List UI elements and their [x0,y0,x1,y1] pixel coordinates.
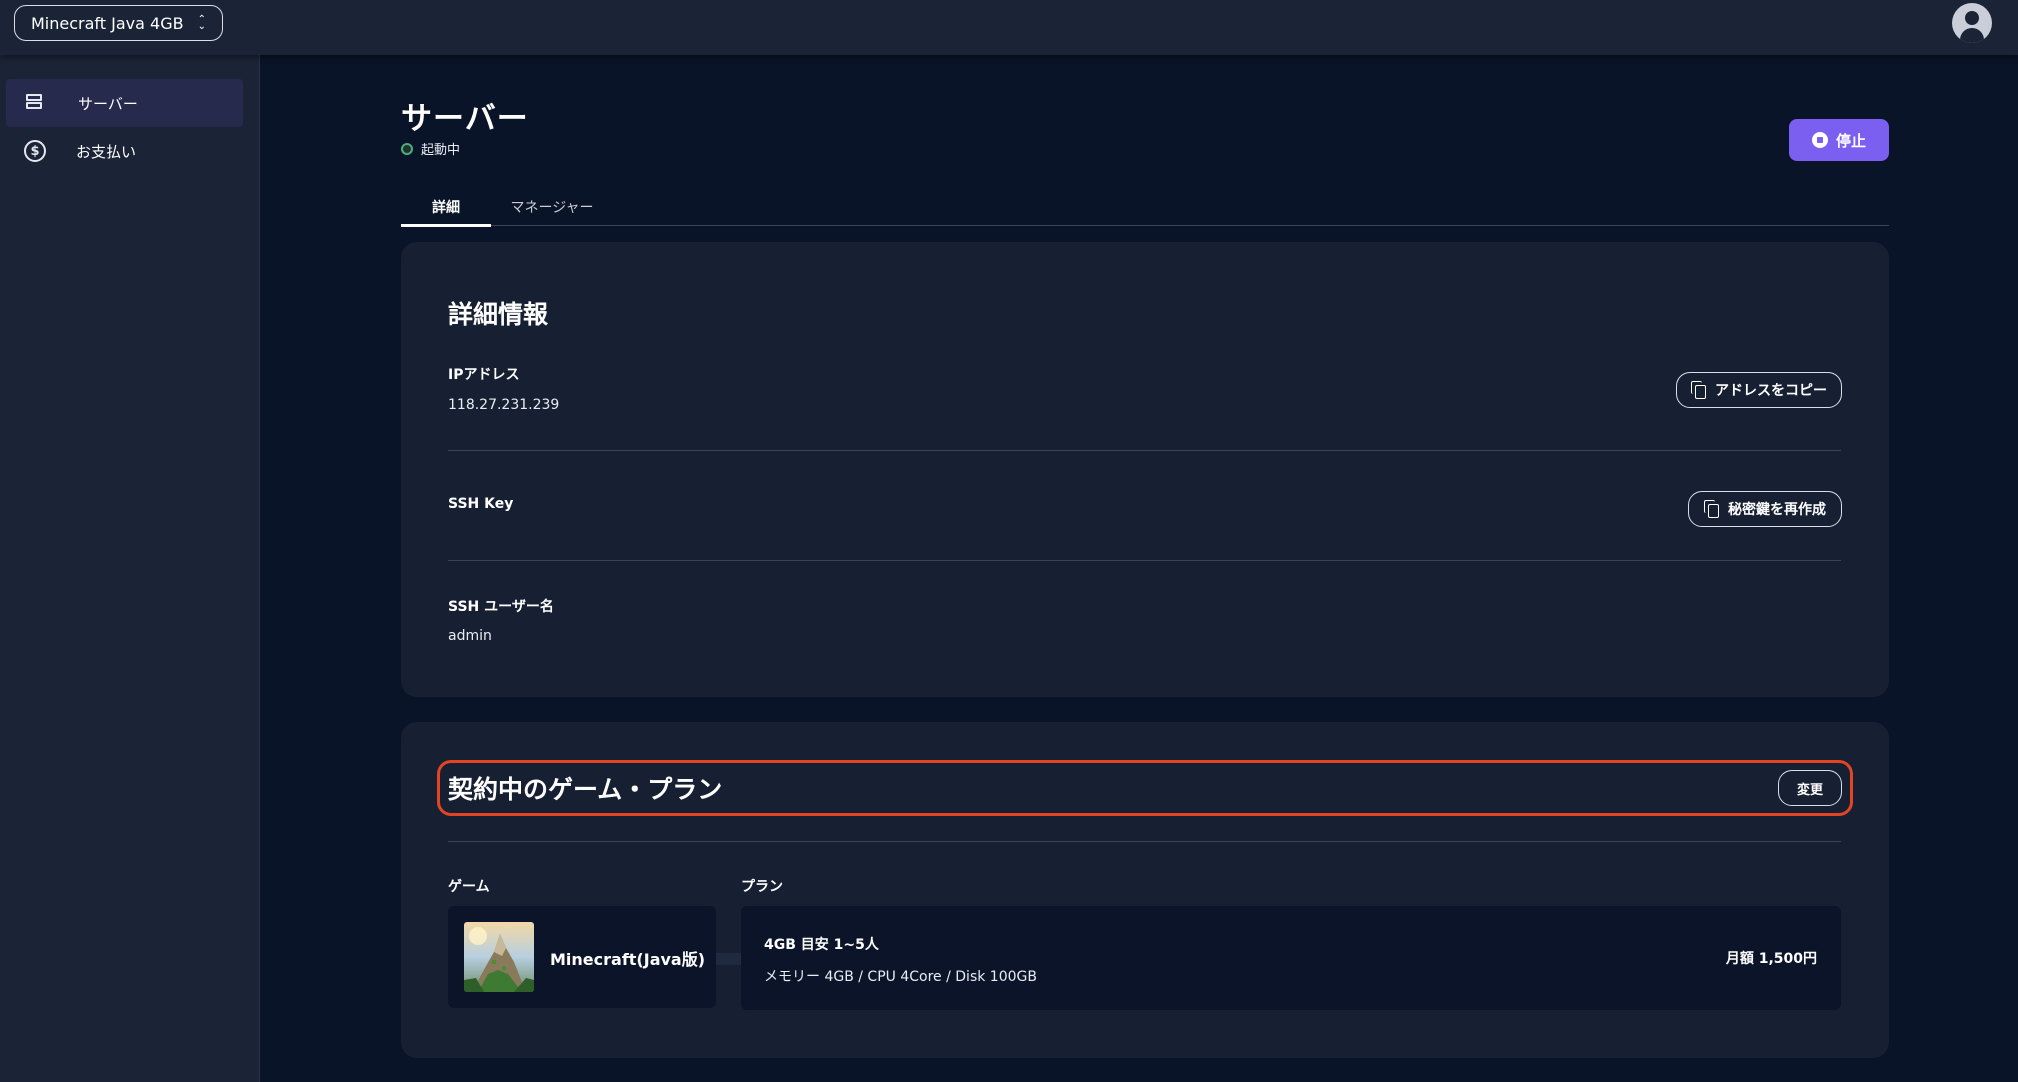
details-title: 詳細情報 [448,300,549,329]
stop-button[interactable]: 停止 [1789,119,1889,161]
details-card: 詳細情報 IPアドレス 118.27.231.239 アドレスをコピー SSH … [401,242,1889,697]
game-label: ゲーム [448,879,490,895]
connector [716,953,741,965]
ssh-user-label: SSH ユーザー名 [448,599,554,615]
copy-icon [1704,500,1720,518]
plan-price: 月額 1,500円 [1725,951,1817,967]
stop-icon [1811,132,1828,148]
ip-address-value: 118.27.231.239 [448,397,560,413]
plan-box: 4GB 目安 1~5人 メモリー 4GB / CPU 4Core / Disk … [741,906,1841,1010]
game-name: Minecraft(Java版) [550,950,706,969]
change-plan-button[interactable]: 変更 [1778,770,1842,806]
server-selector[interactable]: Minecraft Java 4GB ⌃ ⌄ [14,5,223,41]
copy-address-label: アドレスをコピー [1715,383,1827,399]
tab-details[interactable]: 詳細 [401,188,491,227]
chevron-updown-icon: ⌃ ⌄ [197,14,206,32]
divider [448,560,1841,561]
sidebar-item-payment[interactable]: $ お支払い [6,127,243,175]
tab-bar: 詳細 マネージャー [401,188,1889,227]
regenerate-key-button[interactable]: 秘密鍵を再作成 [1688,491,1842,527]
top-bar: Minecraft Java 4GB ⌃ ⌄ [0,0,2018,55]
dollar-icon: $ [24,140,46,162]
regenerate-key-label: 秘密鍵を再作成 [1728,502,1826,518]
game-box: Minecraft(Java版) [448,906,716,1008]
divider [448,450,1841,451]
copy-icon [1691,381,1707,399]
sidebar-item-label: サーバー [78,94,138,113]
sidebar: サーバー $ お支払い [0,55,260,1082]
sidebar-item-label: お支払い [76,142,137,161]
status-dot-icon [401,142,413,155]
plan-title: 契約中のゲーム・プラン [448,775,723,804]
server-icon [24,91,48,115]
stop-button-label: 停止 [1835,131,1866,150]
plan-specs: メモリー 4GB / CPU 4Core / Disk 100GB [764,969,1037,985]
account-avatar-icon[interactable] [1952,3,1992,43]
tab-manager[interactable]: マネージャー [497,188,607,226]
plan-label: プラン [741,879,783,895]
server-selector-label: Minecraft Java 4GB [31,13,184,33]
sidebar-item-server[interactable]: サーバー [6,79,243,127]
plan-card: 契約中のゲーム・プラン 変更 ゲーム プラン Minecraft(Java版) … [401,722,1889,1058]
server-status: 起動中 [401,139,460,158]
page-title: サーバー [401,101,529,137]
status-text: 起動中 [421,143,461,158]
divider [448,841,1841,842]
ssh-key-label: SSH Key [448,496,514,512]
plan-summary: 4GB 目安 1~5人 [764,937,879,953]
copy-address-button[interactable]: アドレスをコピー [1676,372,1842,408]
minecraft-thumbnail-icon [464,922,534,992]
ip-address-label: IPアドレス [448,367,520,383]
ssh-user-value: admin [448,628,492,644]
